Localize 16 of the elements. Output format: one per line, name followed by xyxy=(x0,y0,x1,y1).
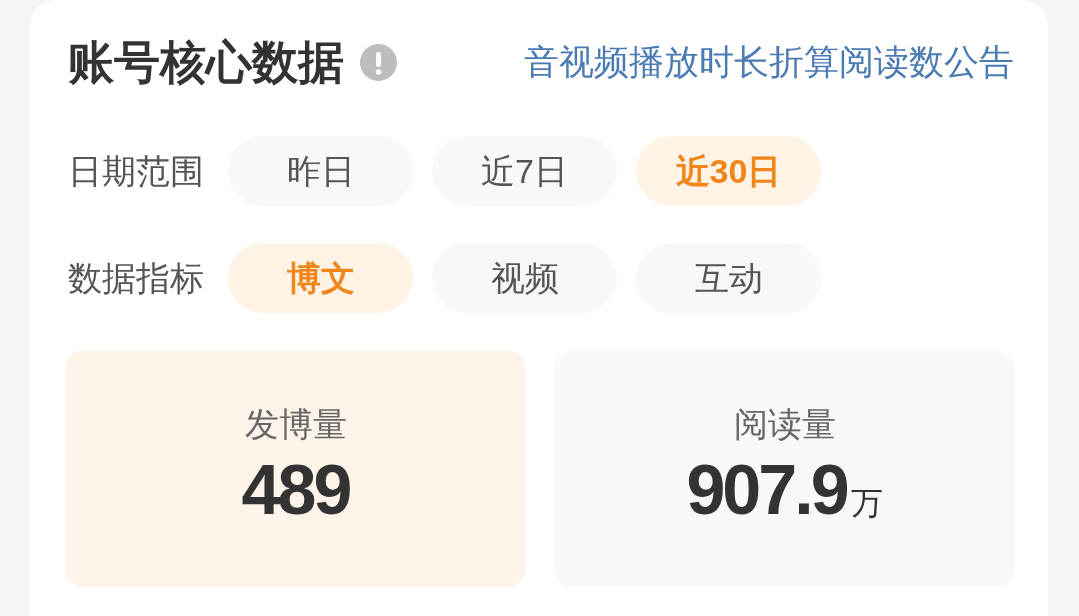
stat-label: 阅读量 xyxy=(733,404,836,445)
announcement-link[interactable]: 音视频播放时长折算阅读数公告 xyxy=(524,40,1014,84)
filter-chip[interactable]: 近7日 xyxy=(432,136,617,206)
stat-unit: 万 xyxy=(850,484,883,523)
filter-label: 数据指标 xyxy=(68,258,205,298)
stat-label: 发博量 xyxy=(244,404,347,445)
info-icon[interactable] xyxy=(360,43,397,81)
filter-chip[interactable]: 视频 xyxy=(432,243,617,313)
filter-chip[interactable]: 互动 xyxy=(636,243,821,313)
stat-card[interactable]: 阅读量 907.9万 xyxy=(555,351,1014,587)
section-title: 账号核心数据 xyxy=(68,38,344,86)
stat-value: 907.9 xyxy=(686,451,847,529)
filter-label: 日期范围 xyxy=(68,151,205,191)
stat-value: 489 xyxy=(241,451,350,529)
filter-chip[interactable]: 昨日 xyxy=(228,136,413,206)
stat-card[interactable]: 发博量 489 xyxy=(66,351,525,587)
